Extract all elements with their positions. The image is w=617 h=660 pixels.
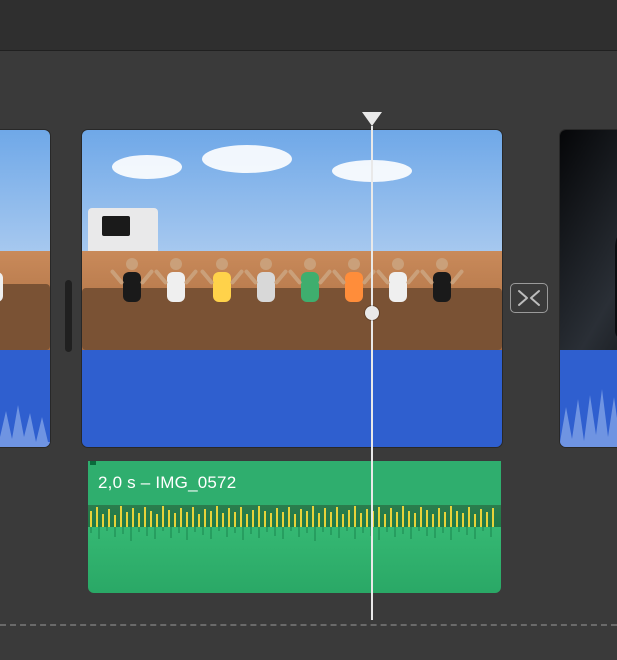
audio-waveform-upper bbox=[88, 505, 501, 527]
clip-audio-band bbox=[0, 350, 50, 447]
vertical-scroll-handle[interactable] bbox=[65, 280, 72, 352]
audio-clip-filename: IMG_0572 bbox=[155, 473, 236, 492]
video-editor-timeline: 2,0 s – IMG_0572 bbox=[0, 0, 617, 660]
clip-thumbnail bbox=[560, 130, 617, 350]
playhead-marker-icon bbox=[362, 112, 382, 126]
waveform-icon bbox=[560, 377, 617, 447]
timeline[interactable]: 2,0 s – IMG_0572 bbox=[0, 100, 617, 640]
clip-thumbnail bbox=[0, 130, 50, 350]
waveform-icon bbox=[88, 505, 501, 527]
video-clip-next[interactable] bbox=[560, 130, 617, 447]
lane-divider bbox=[0, 624, 617, 626]
audio-clip-duration: 2,0 s bbox=[98, 473, 136, 492]
clip-audio-band bbox=[82, 350, 502, 447]
audio-clip-label: 2,0 s – IMG_0572 bbox=[98, 473, 236, 493]
playhead-handle-icon[interactable] bbox=[365, 306, 379, 320]
link-indicator-icon bbox=[90, 461, 96, 465]
transition-icon bbox=[517, 289, 541, 307]
clip-thumbnail bbox=[82, 130, 502, 350]
audio-clip[interactable]: 2,0 s – IMG_0572 bbox=[88, 461, 501, 593]
clip-audio-band bbox=[560, 350, 617, 447]
video-clip-main[interactable] bbox=[82, 130, 502, 447]
audio-waveform-lower bbox=[88, 527, 501, 593]
toolbar-area bbox=[0, 0, 617, 50]
waveform-icon bbox=[0, 387, 50, 447]
divider bbox=[0, 50, 617, 51]
waveform-icon bbox=[88, 527, 501, 593]
playhead-line bbox=[371, 126, 373, 620]
transition-button[interactable] bbox=[510, 283, 548, 313]
video-clip-previous[interactable] bbox=[0, 130, 50, 447]
audio-clip-header: 2,0 s – IMG_0572 bbox=[88, 461, 501, 505]
